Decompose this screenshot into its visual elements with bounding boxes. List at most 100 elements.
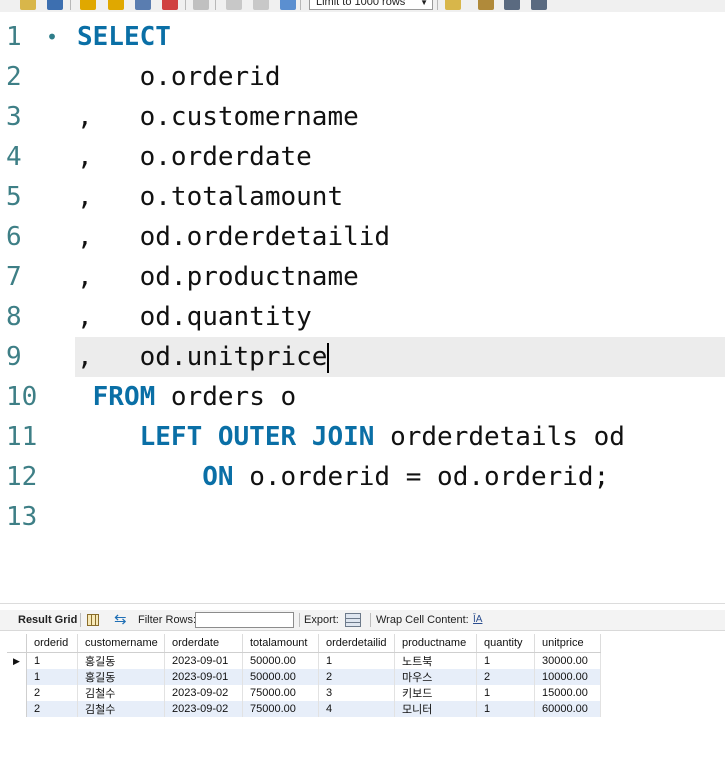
fold-marker-icon[interactable]: • — [46, 17, 60, 57]
cell-productname[interactable]: 마우스 — [394, 669, 477, 685]
column-header-orderid[interactable]: orderid — [26, 634, 78, 653]
wrap-icon[interactable] — [531, 0, 547, 10]
result-grid-tab[interactable]: Result Grid — [18, 610, 77, 630]
execute-current-icon[interactable] — [108, 0, 124, 10]
grid-view-icon[interactable] — [87, 614, 99, 626]
cell-totalamount[interactable]: 75000.00 — [242, 685, 319, 701]
cell-orderdate[interactable]: 2023-09-01 — [164, 652, 243, 669]
cell-customername[interactable]: 김철수 — [77, 685, 165, 701]
cell-orderid[interactable]: 1 — [26, 669, 78, 685]
refresh-icon[interactable]: ⇆ — [114, 611, 127, 629]
cell-totalamount[interactable]: 50000.00 — [242, 669, 319, 685]
code-text: , o.orderdate — [77, 137, 312, 177]
invisible-chars-icon[interactable] — [504, 0, 520, 10]
column-header-orderdate[interactable]: orderdate — [164, 634, 243, 653]
cell-orderid[interactable]: 1 — [26, 652, 78, 669]
column-header-totalamount[interactable]: totalamount — [242, 634, 319, 653]
table-row[interactable]: 2 김철수 2023-09-02 75000.00 3 키보드 1 15000.00 — [7, 685, 601, 701]
editor-line-10[interactable]: 10 FROM orders o — [0, 377, 725, 417]
editor-line-3[interactable]: 3 , o.customername — [0, 97, 725, 137]
result-panel: Result Grid ⇆ Filter Rows: Export: Wrap … — [0, 603, 725, 770]
editor-line-2[interactable]: 2 o.orderid — [0, 57, 725, 97]
cell-productname[interactable]: 모니터 — [394, 701, 477, 717]
code-text: , o.totalamount — [77, 177, 343, 217]
sql-text: , o.totalamount — [77, 182, 344, 212]
cell-customername[interactable]: 홍길동 — [77, 669, 165, 685]
cell-orderdate[interactable]: 2023-09-02 — [164, 685, 243, 701]
cell-productname[interactable]: 노트북 — [394, 652, 477, 669]
beautify-icon[interactable] — [445, 0, 461, 10]
save-icon[interactable] — [47, 0, 63, 10]
execute-icon[interactable] — [80, 0, 96, 10]
cell-orderdetailid[interactable]: 4 — [318, 701, 395, 717]
wrap-cell-content-icon[interactable]: ĪA — [473, 610, 482, 630]
commit-icon[interactable] — [226, 0, 242, 10]
editor-line-4[interactable]: 4 , o.orderdate — [0, 137, 725, 177]
column-header-orderdetailid[interactable]: orderdetailid — [318, 634, 395, 653]
table-row[interactable]: 2 김철수 2023-09-02 75000.00 4 모니터 1 60000.00 — [7, 701, 601, 717]
cell-unitprice[interactable]: 60000.00 — [534, 701, 601, 717]
row-header[interactable] — [7, 685, 27, 701]
cell-orderdetailid[interactable]: 1 — [318, 652, 395, 669]
table-row[interactable]: ▶ 1 홍길동 2023-09-01 50000.00 1 노트북 1 30000.00 — [7, 652, 601, 669]
rollback-icon[interactable] — [253, 0, 269, 10]
sql-text: , od.orderdetailid — [77, 222, 391, 252]
limit-rows-select[interactable]: Limit to 1000 rows ▼ — [309, 0, 433, 10]
editor-line-12[interactable]: 12 ON o.orderid = od.orderid; — [0, 457, 725, 497]
editor-line-6[interactable]: 6 , od.orderdetailid — [0, 217, 725, 257]
line-number: 3 — [6, 102, 22, 132]
code-text: , od.orderdetailid — [77, 217, 390, 257]
code-text: LEFT OUTER JOIN orderdetails od — [77, 417, 625, 457]
toggle-error-icon[interactable] — [193, 0, 209, 10]
table-row[interactable]: 1 홍길동 2023-09-01 50000.00 2 마우스 2 10000.00 — [7, 669, 601, 685]
cell-totalamount[interactable]: 50000.00 — [242, 652, 319, 669]
cell-orderdetailid[interactable]: 3 — [318, 685, 395, 701]
cell-productname[interactable]: 키보드 — [394, 685, 477, 701]
sql-text: orders o — [155, 382, 297, 412]
cell-orderid[interactable]: 2 — [26, 701, 78, 717]
explain-icon[interactable] — [135, 0, 151, 10]
column-header-quantity[interactable]: quantity — [476, 634, 535, 653]
cell-customername[interactable]: 홍길동 — [77, 652, 165, 669]
cell-orderid[interactable]: 2 — [26, 685, 78, 701]
line-number: 11 — [6, 422, 38, 452]
row-header[interactable] — [7, 701, 27, 717]
cell-totalamount[interactable]: 75000.00 — [242, 701, 319, 717]
editor-line-7[interactable]: 7 , od.productname — [0, 257, 725, 297]
cell-quantity[interactable]: 2 — [476, 669, 535, 685]
find-icon[interactable] — [478, 0, 494, 10]
open-folder-icon[interactable] — [20, 0, 36, 10]
cell-unitprice[interactable]: 10000.00 — [534, 669, 601, 685]
column-header-unitprice[interactable]: unitprice — [534, 634, 601, 653]
cell-unitprice[interactable]: 30000.00 — [534, 652, 601, 669]
editor-line-5[interactable]: 5 , o.totalamount — [0, 177, 725, 217]
cell-quantity[interactable]: 1 — [476, 652, 535, 669]
result-grid-table[interactable]: orderid customername orderdate totalamou… — [7, 634, 601, 717]
editor-line-8[interactable]: 8 , od.quantity — [0, 297, 725, 337]
code-text: o.orderid — [77, 57, 281, 97]
cell-quantity[interactable]: 1 — [476, 685, 535, 701]
stop-icon[interactable] — [162, 0, 178, 10]
column-header-productname[interactable]: productname — [394, 634, 477, 653]
toolbar-separator — [70, 0, 71, 10]
column-header-customername[interactable]: customername — [77, 634, 165, 653]
chevron-down-icon[interactable]: ▼ — [420, 0, 428, 10]
row-header[interactable] — [7, 669, 27, 685]
row-header[interactable]: ▶ — [7, 652, 27, 669]
editor-line-9[interactable]: 9 , od.unitprice — [0, 337, 725, 377]
line-number: 2 — [6, 62, 22, 92]
sql-editor[interactable]: 1 • SELECT 2 o.orderid 3 , o.customername 4 , o… — [0, 12, 725, 603]
editor-line-13[interactable]: 13 — [0, 497, 725, 537]
editor-line-1[interactable]: 1 • SELECT — [0, 17, 725, 57]
cell-orderdate[interactable]: 2023-09-01 — [164, 669, 243, 685]
cell-quantity[interactable]: 1 — [476, 701, 535, 717]
cell-customername[interactable]: 김철수 — [77, 701, 165, 717]
cell-orderdate[interactable]: 2023-09-02 — [164, 701, 243, 717]
autocommit-icon[interactable] — [280, 0, 296, 10]
cell-orderdetailid[interactable]: 2 — [318, 669, 395, 685]
line-number: 4 — [6, 142, 22, 172]
cell-unitprice[interactable]: 15000.00 — [534, 685, 601, 701]
editor-line-11[interactable]: 11 LEFT OUTER JOIN orderdetails od — [0, 417, 725, 457]
filter-rows-input[interactable] — [195, 612, 294, 628]
export-icon[interactable] — [345, 613, 361, 627]
